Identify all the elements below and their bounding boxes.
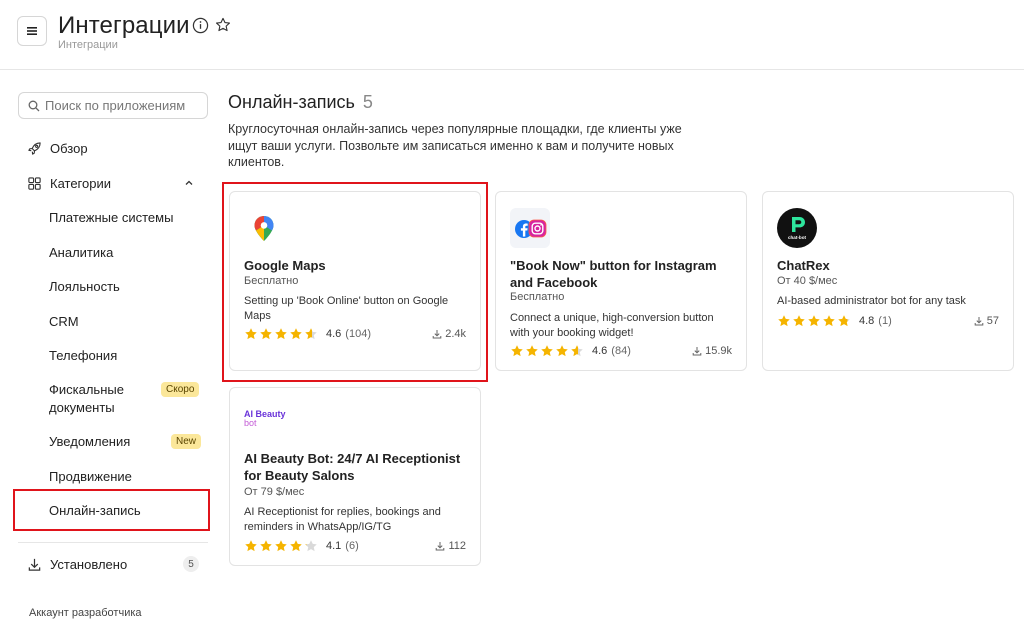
sidebar-item-crm[interactable]: CRM [49, 313, 199, 331]
sidebar-item-installed[interactable]: Установлено [18, 550, 208, 578]
page-title: Интеграции [58, 12, 190, 39]
app-description: AI Receptionist for replies, bookings an… [244, 506, 441, 533]
star-icon [540, 344, 554, 358]
chevron-up-icon[interactable] [184, 178, 194, 188]
new-badge: New [171, 434, 202, 449]
app-price: От 79 $/мес [244, 486, 305, 498]
rocket-icon [26, 140, 42, 156]
star-icon [837, 314, 851, 328]
sidebar-item-promotion[interactable]: Продвижение [49, 468, 199, 486]
download-icon [974, 317, 984, 326]
developer-account-link[interactable]: Аккаунт разработчика [29, 607, 142, 619]
download-count-value: 57 [986, 315, 999, 327]
app-name[interactable]: ChatRex [777, 257, 1005, 274]
app-price: От 40 $/мес [777, 275, 838, 287]
star-icon [822, 314, 836, 328]
rating-row: 4.8 (1) 57 [777, 313, 999, 329]
installed-count-badge: 5 [183, 556, 199, 572]
rating-stars [510, 344, 584, 358]
download-count-value: 112 [448, 540, 466, 552]
app-card-ai-beauty-bot[interactable]: AI Beauty bot AI Beauty Bot: 24/7 AI Rec… [229, 387, 481, 566]
download-icon [436, 542, 445, 551]
search-box[interactable] [18, 92, 208, 119]
rating-stars [777, 314, 851, 328]
star-icon [259, 539, 273, 553]
section-title-text: Онлайн-запись [228, 92, 355, 112]
soon-badge: Скоро [161, 382, 200, 397]
section-title: Онлайн-запись 5 [228, 92, 373, 113]
sidebar-item-payments[interactable]: Платежные системы [49, 209, 199, 227]
download-count: 15.9k [692, 345, 732, 357]
info-icon[interactable] [192, 17, 209, 34]
logo-text-bottom: bot [244, 418, 257, 428]
download-count-value: 15.9k [705, 345, 732, 357]
highlight-box-sidebar [13, 489, 210, 531]
star-icon [525, 344, 539, 358]
download-icon [692, 347, 702, 356]
ai-beauty-bot-logo: AI Beauty bot [244, 410, 304, 434]
sidebar-item-label: Установлено [50, 556, 128, 572]
section-count: 5 [362, 92, 373, 112]
sidebar-item-telephony[interactable]: Телефония [49, 347, 199, 365]
star-icon [510, 344, 524, 358]
star-icon [777, 314, 791, 328]
download-count: 112 [435, 540, 466, 552]
rating-value: 4.6 [592, 345, 608, 357]
star-icon [304, 539, 318, 553]
download-icon [26, 556, 42, 572]
highlight-box-card [222, 182, 488, 382]
divider [18, 542, 208, 543]
star-outline-icon[interactable] [214, 16, 232, 34]
rating-stars [244, 539, 318, 553]
star-icon [274, 539, 288, 553]
search-icon [28, 100, 40, 111]
chatbot-icon: chat-bot [777, 208, 817, 248]
page-header: Интеграции Интеграции [0, 0, 1024, 70]
review-count: (6) [345, 540, 359, 552]
star-icon [244, 539, 258, 553]
app-description: AI-based administrator bot for any task [777, 295, 966, 307]
sidebar-item-loyalty[interactable]: Лояльность [49, 278, 199, 296]
search-input[interactable] [45, 98, 205, 113]
rating-row: 4.6 (84) 15.9k [510, 343, 732, 359]
sidebar-item-categories[interactable]: Категории [18, 169, 208, 197]
rating-row: 4.1 (6) 112 [244, 538, 466, 554]
app-card-chatrex[interactable]: chat-bot ChatRex От 40 $/мес AI-based ad… [762, 191, 1014, 371]
sidebar-item-fiscal[interactable]: Фискальные документы [49, 381, 149, 417]
sidebar-item-overview[interactable]: Обзор [18, 134, 208, 162]
star-icon [555, 344, 569, 358]
sidebar-item-label: Обзор [50, 140, 88, 156]
star-icon [289, 539, 303, 553]
review-count: (1) [878, 315, 892, 327]
menu-button[interactable] [17, 16, 47, 46]
star-icon [570, 344, 584, 358]
breadcrumb[interactable]: Интеграции [58, 39, 118, 51]
logo-text: chat-bot [788, 235, 807, 240]
app-card-book-now[interactable]: "Book Now" button for Instagram and Face… [495, 191, 747, 371]
review-count: (84) [611, 345, 631, 357]
rating-value: 4.1 [326, 540, 342, 552]
app-name[interactable]: AI Beauty Bot: 24/7 AI Receptionist for … [244, 450, 472, 484]
app-price: Бесплатно [510, 291, 565, 303]
sidebar-item-label: Категории [50, 175, 111, 191]
app-name[interactable]: "Book Now" button for Instagram and Face… [510, 257, 738, 291]
download-count: 57 [974, 315, 999, 327]
grid-icon [26, 175, 42, 191]
star-icon [792, 314, 806, 328]
facebook-instagram-icon [510, 208, 550, 248]
hamburger-icon [27, 27, 37, 35]
sidebar-item-analytics[interactable]: Аналитика [49, 244, 199, 262]
star-icon [807, 314, 821, 328]
rating-value: 4.8 [859, 315, 875, 327]
app-description: Connect a unique, high-conversion button… [510, 312, 714, 339]
section-description: Круглосуточная онлайн-запись через попул… [228, 122, 682, 169]
sidebar: Обзор Категории Платежные системы Аналит… [0, 71, 222, 640]
